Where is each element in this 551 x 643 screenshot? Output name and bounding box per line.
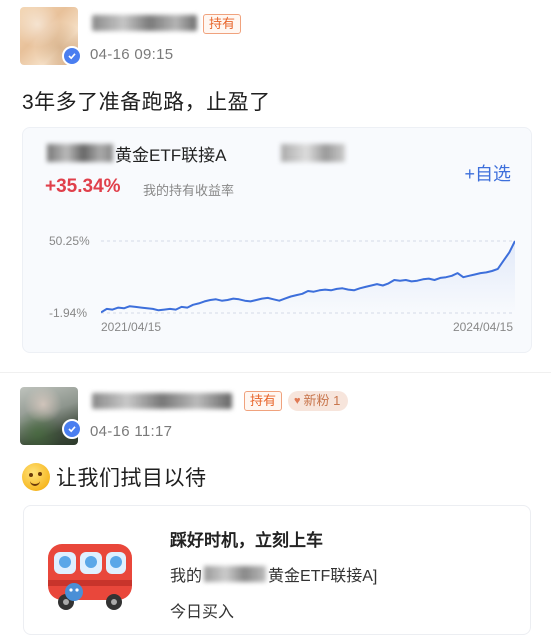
- y-axis-max-label: 50.25%: [49, 234, 90, 248]
- username-blurred[interactable]: [92, 393, 232, 409]
- new-fan-label: 新粉 1: [303, 393, 341, 408]
- share-card-blurred-name: [204, 566, 267, 582]
- share-card-subtitle: 今日买入: [170, 604, 235, 621]
- return-rate: +35.34%: [45, 176, 121, 197]
- series-area: [101, 241, 515, 313]
- fund-card[interactable]: 黄金ETF联接A +自选 +35.34% 我的持有收益率 50.25% -1.9…: [22, 127, 532, 353]
- verified-badge-icon: [62, 419, 82, 439]
- post-text-row: 让我们拭目以待: [22, 462, 207, 492]
- username-blurred[interactable]: [92, 15, 197, 31]
- share-card-fund-line: 我的 黄金ETF联接A]: [170, 562, 377, 586]
- hold-tag: 持有: [203, 14, 242, 34]
- share-card[interactable]: 踩好时机，立刻上车 我的 黄金ETF联接A] 今日买入: [23, 505, 531, 635]
- new-fan-badge: ♥ 新粉 1: [288, 391, 349, 411]
- post-text: 3年多了准备跑路，止盈了: [22, 91, 271, 114]
- post-text: 让我们拭目以待: [56, 467, 207, 490]
- return-line-chart: [101, 240, 515, 314]
- share-card-fund-name: 黄金ETF联接A]: [268, 568, 378, 585]
- share-card-title: 踩好时机，立刻上车: [170, 531, 323, 550]
- add-watchlist-button[interactable]: +自选: [464, 160, 511, 186]
- post-time: 04-16 11:17: [90, 423, 173, 440]
- fund-name: 黄金ETF联接A: [115, 146, 227, 165]
- y-axis-min-label: -1.94%: [49, 306, 88, 320]
- thinking-emoji-icon: [22, 463, 50, 491]
- heart-icon: ♥: [294, 395, 301, 407]
- fund-name-blurred-prefix: [47, 144, 113, 162]
- bus-illustration-icon: [48, 544, 132, 610]
- post-card: 持有 ♥ 新粉 1 04-16 11:17 让我们拭目以待 踩好时机，立刻上车: [0, 372, 551, 643]
- hold-tag: 持有: [244, 391, 283, 411]
- post-time: 04-16 09:15: [90, 46, 174, 63]
- x-axis-start-label: 2021/04/15: [101, 320, 162, 334]
- verified-badge-icon: [62, 46, 82, 66]
- return-rate-label: 我的持有收益率: [143, 183, 235, 198]
- fund-name-blurred-suffix: [281, 144, 345, 162]
- post-card: 持有 04-16 09:15 3年多了准备跑路，止盈了 黄金ETF联接A +自选…: [0, 0, 551, 372]
- share-card-line-prefix: 我的: [170, 568, 203, 585]
- x-axis-end-label: 2024/04/15: [452, 320, 513, 334]
